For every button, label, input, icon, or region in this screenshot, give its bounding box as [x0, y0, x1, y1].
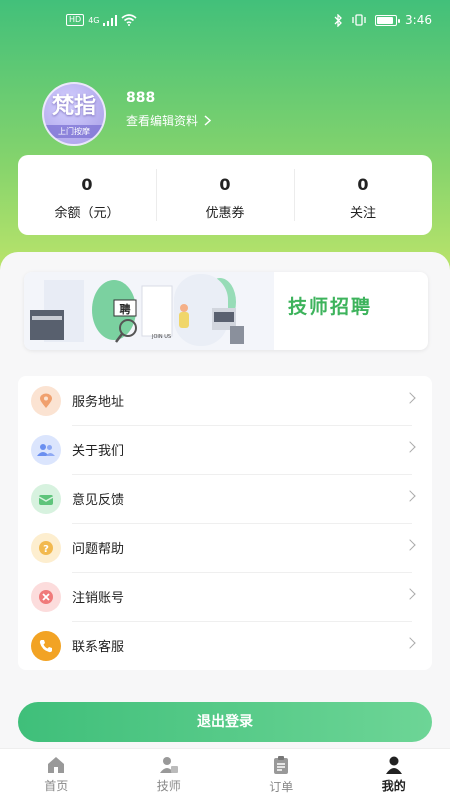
edit-profile-link[interactable]: 查看编辑资料	[126, 112, 212, 129]
signal-icon	[103, 14, 118, 26]
menu-item-customer-service[interactable]: 联系客服	[18, 621, 432, 670]
status-bar: HD 4G 3:46	[0, 0, 450, 42]
menu-item-service-address[interactable]: 服务地址	[18, 376, 432, 425]
hd-badge: HD	[66, 14, 85, 26]
chevron-right-icon	[404, 637, 416, 649]
banner-sign-text: 聘	[120, 302, 131, 316]
menu-label: 关于我们	[72, 444, 125, 459]
menu-item-help[interactable]: ? 问题帮助	[18, 523, 432, 572]
menu-label: 联系客服	[72, 640, 125, 655]
stat-following[interactable]: 0 关注	[294, 155, 432, 235]
tab-orders[interactable]: 订单	[225, 749, 338, 800]
menu-card: 服务地址 关于我们 意见反馈 ? 问题帮助 注销账号 联系客服	[18, 376, 432, 670]
tab-home[interactable]: 首页	[0, 749, 113, 800]
users-icon	[31, 434, 61, 465]
stat-label: 优惠券	[205, 206, 245, 221]
status-right: 3:46	[334, 13, 432, 27]
edit-profile-label: 查看编辑资料	[126, 114, 199, 128]
tab-label: 技师	[156, 778, 181, 793]
svg-text:?: ?	[43, 544, 49, 555]
tab-label: 我的	[381, 778, 406, 793]
chevron-right-icon	[404, 441, 416, 453]
bluetooth-icon	[334, 13, 342, 27]
avatar[interactable]: 梵指 上门按摩	[42, 82, 106, 146]
tab-label: 订单	[269, 779, 294, 794]
stat-balance[interactable]: 0 余额（元）	[18, 155, 156, 235]
battery-fill	[377, 16, 394, 24]
battery-icon	[375, 14, 401, 26]
menu-item-about-us[interactable]: 关于我们	[18, 425, 432, 474]
stats-card: 0 余额（元） 0 优惠券 0 关注	[18, 155, 432, 235]
vibrate-icon	[352, 14, 366, 26]
menu-label: 服务地址	[72, 395, 125, 410]
chevron-right-icon	[404, 392, 416, 404]
stat-label: 关注	[349, 206, 376, 221]
recruitment-banner[interactable]: 聘 JOIN US 技师招聘	[24, 272, 428, 350]
menu-item-delete-account[interactable]: 注销账号	[18, 572, 432, 621]
banner-door-text: JOIN US	[151, 334, 171, 340]
home-icon	[48, 756, 65, 773]
tab-profile[interactable]: 我的	[338, 749, 450, 800]
tab-technician[interactable]: 技师	[113, 749, 226, 800]
chevron-right-icon	[404, 490, 416, 502]
chevron-right-icon	[404, 539, 416, 551]
username: 888	[126, 90, 156, 106]
feedback-icon	[31, 483, 61, 514]
avatar-subtitle: 上门按摩	[44, 125, 104, 138]
order-icon	[274, 755, 289, 774]
stat-coupons[interactable]: 0 优惠券	[156, 155, 294, 235]
banner-title: 技师招聘	[288, 296, 373, 318]
help-icon: ?	[31, 532, 61, 563]
content-panel: 聘 JOIN US 技师招聘 服务地址 关于我们 意见反馈 ? 问题帮助 注销账…	[0, 252, 450, 800]
stat-value: 0	[357, 175, 369, 194]
network-label: 4G	[88, 15, 100, 25]
tab-label: 首页	[44, 778, 69, 793]
stat-label: 余额（元）	[54, 206, 120, 221]
menu-item-feedback[interactable]: 意见反馈	[18, 474, 432, 523]
chevron-right-icon	[204, 115, 212, 126]
status-left: HD 4G	[66, 14, 138, 26]
menu-label: 意见反馈	[72, 493, 125, 508]
technician-icon	[159, 756, 178, 773]
phone-icon	[31, 630, 61, 661]
wifi-icon	[121, 14, 138, 26]
recruitment-illustration: 聘 JOIN US	[24, 272, 274, 350]
bottom-tab-bar: 首页 技师 订单 我的	[0, 748, 450, 800]
chevron-right-icon	[404, 588, 416, 600]
menu-label: 注销账号	[72, 591, 125, 606]
menu-label: 问题帮助	[72, 542, 125, 557]
profile-icon	[385, 756, 402, 774]
location-icon	[31, 385, 61, 416]
stat-value: 0	[81, 175, 93, 194]
status-time: 3:46	[405, 13, 432, 27]
avatar-title: 梵指	[51, 93, 96, 119]
stat-value: 0	[219, 175, 231, 194]
close-icon	[31, 581, 61, 612]
logout-button[interactable]: 退出登录	[18, 702, 432, 742]
